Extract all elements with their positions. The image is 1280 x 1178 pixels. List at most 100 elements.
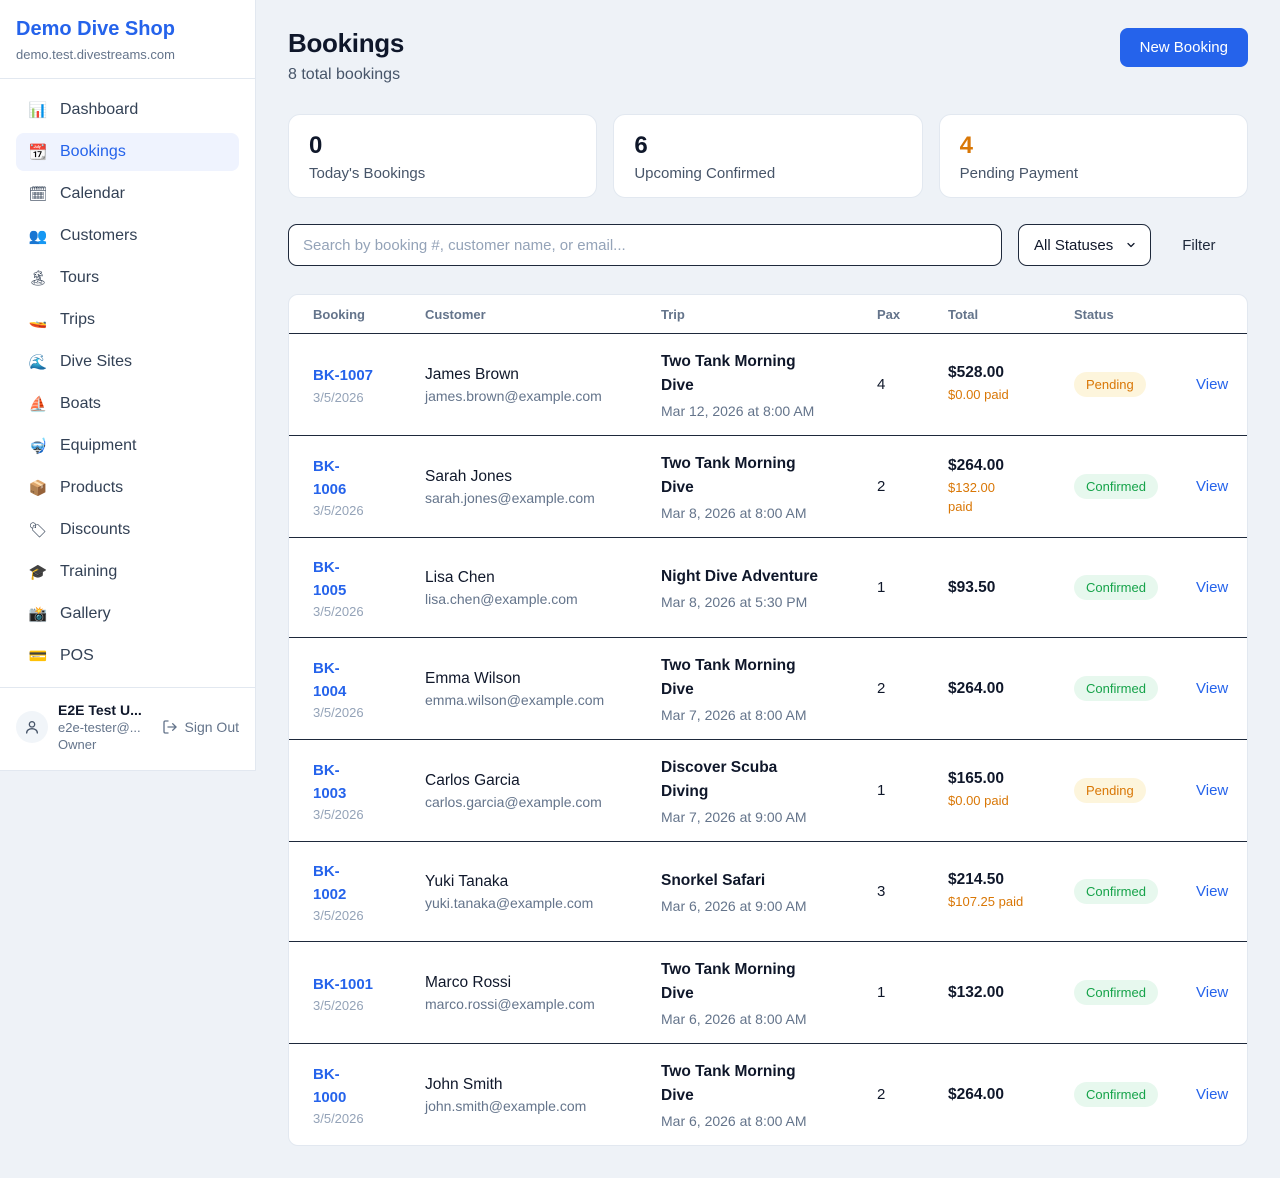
sidebar-item-dashboard[interactable]: 📊 Dashboard	[16, 91, 239, 129]
view-link[interactable]: View	[1196, 782, 1228, 799]
person-icon	[24, 719, 40, 735]
booking-id-link[interactable]: BK-1007	[313, 364, 425, 387]
sidebar-item-equipment[interactable]: 🤿 Equipment	[16, 427, 239, 465]
status-badge: Confirmed	[1074, 575, 1158, 600]
actions-cell: View	[1196, 376, 1223, 394]
booking-id-link[interactable]: BK- 1005	[313, 556, 425, 603]
view-link[interactable]: View	[1196, 376, 1228, 393]
sidebar-item-discounts[interactable]: 🏷 Discounts	[16, 511, 239, 549]
pax-cell: 2	[877, 478, 948, 495]
trip-name: Two Tank Morning Dive	[661, 1060, 877, 1108]
paid-amount: $0.00 paid	[948, 792, 1074, 811]
pax-cell: 3	[877, 883, 948, 900]
sidebar-item-label: Calendar	[60, 185, 125, 203]
stat-label: Upcoming Confirmed	[634, 165, 901, 182]
sign-out-button[interactable]: Sign Out	[162, 719, 239, 735]
sidebar-item-label: Bookings	[60, 143, 126, 161]
total-cell: $264.00	[948, 680, 1074, 698]
view-link[interactable]: View	[1196, 883, 1228, 900]
trip-datetime: Mar 12, 2026 at 8:00 AM	[661, 403, 877, 419]
sidebar-item-calendar[interactable]: 🗓 Calendar	[16, 175, 239, 213]
sidebar-item-boats[interactable]: ⛵ Boats	[16, 385, 239, 423]
customer-email: marco.rossi@example.com	[425, 996, 661, 1012]
sidebar-item-gallery[interactable]: 📸 Gallery	[16, 595, 239, 633]
table-row: BK-1001 3/5/2026 Marco Rossi marco.rossi…	[289, 942, 1247, 1044]
total-amount: $93.50	[948, 579, 1074, 597]
booking-cell: BK- 1002 3/5/2026	[313, 860, 425, 924]
trip-name: Two Tank Morning Dive	[661, 958, 877, 1006]
sidebar-item-label: Discounts	[60, 521, 130, 539]
view-link[interactable]: View	[1196, 680, 1228, 697]
total-amount: $132.00	[948, 984, 1074, 1002]
sidebar-item-label: Products	[60, 479, 123, 497]
booking-cell: BK- 1004 3/5/2026	[313, 657, 425, 721]
booking-id-link[interactable]: BK-1001	[313, 973, 425, 996]
table-row: BK- 1002 3/5/2026 Yuki Tanaka yuki.tanak…	[289, 842, 1247, 942]
total-cell: $165.00 $0.00 paid	[948, 770, 1074, 811]
status-filter-select[interactable]: All Statuses	[1018, 224, 1151, 266]
booking-id-link[interactable]: BK- 1006	[313, 455, 425, 502]
view-link[interactable]: View	[1196, 579, 1228, 596]
booking-id-link[interactable]: BK- 1004	[313, 657, 425, 704]
sidebar-item-dive-sites[interactable]: 🌊 Dive Sites	[16, 343, 239, 381]
sidebar-item-trips[interactable]: 🚤 Trips	[16, 301, 239, 339]
sidebar-item-tours[interactable]: 🏝 Tours	[16, 259, 239, 297]
user-name: E2E Test U...	[58, 702, 142, 718]
booking-cell: BK- 1000 3/5/2026	[313, 1063, 425, 1127]
booking-date: 3/5/2026	[313, 604, 425, 619]
sidebar-item-label: POS	[60, 647, 94, 665]
bookings-table: Booking Customer Trip Pax Total Status B…	[288, 294, 1248, 1146]
sidebar-item-label: Dashboard	[60, 101, 138, 119]
stat-card: 0 Today's Bookings	[288, 114, 597, 198]
pax-cell: 1	[877, 782, 948, 799]
actions-cell: View	[1196, 984, 1223, 1002]
paid-amount: $107.25 paid	[948, 893, 1074, 912]
status-filter-value: All Statuses	[1034, 237, 1113, 254]
sidebar-item-training[interactable]: 🎓 Training	[16, 553, 239, 591]
main-content: Bookings 8 total bookings New Booking 0 …	[256, 0, 1280, 1178]
paid-amount: $132.00 paid	[948, 479, 1074, 517]
total-cell: $264.00 $132.00 paid	[948, 457, 1074, 517]
customer-email: lisa.chen@example.com	[425, 591, 661, 607]
status-cell: Confirmed	[1074, 879, 1196, 904]
actions-cell: View	[1196, 883, 1223, 901]
pax-cell: 4	[877, 376, 948, 393]
booking-id-link[interactable]: BK- 1000	[313, 1063, 425, 1110]
table-body: BK-1007 3/5/2026 James Brown james.brown…	[289, 334, 1247, 1145]
sidebar-item-label: Boats	[60, 395, 101, 413]
view-link[interactable]: View	[1196, 1086, 1228, 1103]
column-header-total: Total	[948, 307, 1074, 322]
stat-card: 6 Upcoming Confirmed	[613, 114, 922, 198]
actions-cell: View	[1196, 478, 1223, 496]
sidebar-item-pos[interactable]: 💳 POS	[16, 637, 239, 675]
pos-icon: 💳	[28, 649, 48, 664]
sidebar-item-customers[interactable]: 👥 Customers	[16, 217, 239, 255]
booking-cell: BK-1007 3/5/2026	[313, 364, 425, 404]
sidebar-item-bookings[interactable]: 📆 Bookings	[16, 133, 239, 171]
stat-label: Today's Bookings	[309, 165, 576, 182]
table-row: BK- 1000 3/5/2026 John Smith john.smith@…	[289, 1044, 1247, 1145]
new-booking-button[interactable]: New Booking	[1120, 28, 1248, 67]
total-amount: $264.00	[948, 457, 1074, 475]
sidebar-item-products[interactable]: 📦 Products	[16, 469, 239, 507]
trip-cell: Two Tank Morning Dive Mar 6, 2026 at 8:0…	[661, 1060, 877, 1129]
customer-name: Emma Wilson	[425, 670, 661, 688]
booking-id-link[interactable]: BK- 1002	[313, 860, 425, 907]
view-link[interactable]: View	[1196, 478, 1228, 495]
customer-name: Sarah Jones	[425, 468, 661, 486]
sidebar-item-label: Gallery	[60, 605, 111, 623]
search-input[interactable]	[288, 224, 1002, 266]
booking-id-link[interactable]: BK- 1003	[313, 759, 425, 806]
total-cell: $264.00	[948, 1086, 1074, 1104]
booking-cell: BK-1001 3/5/2026	[313, 973, 425, 1013]
user-meta: E2E Test U... e2e-tester@... Owner	[58, 702, 142, 752]
status-cell: Confirmed	[1074, 575, 1196, 600]
status-cell: Pending	[1074, 778, 1196, 803]
column-header-pax: Pax	[877, 307, 948, 322]
sidebar: Demo Dive Shop demo.test.divestreams.com…	[0, 0, 256, 771]
status-badge: Confirmed	[1074, 980, 1158, 1005]
view-link[interactable]: View	[1196, 984, 1228, 1001]
customer-name: Yuki Tanaka	[425, 873, 661, 891]
trip-name: Two Tank Morning Dive	[661, 452, 877, 500]
filter-button[interactable]: Filter	[1182, 237, 1215, 254]
